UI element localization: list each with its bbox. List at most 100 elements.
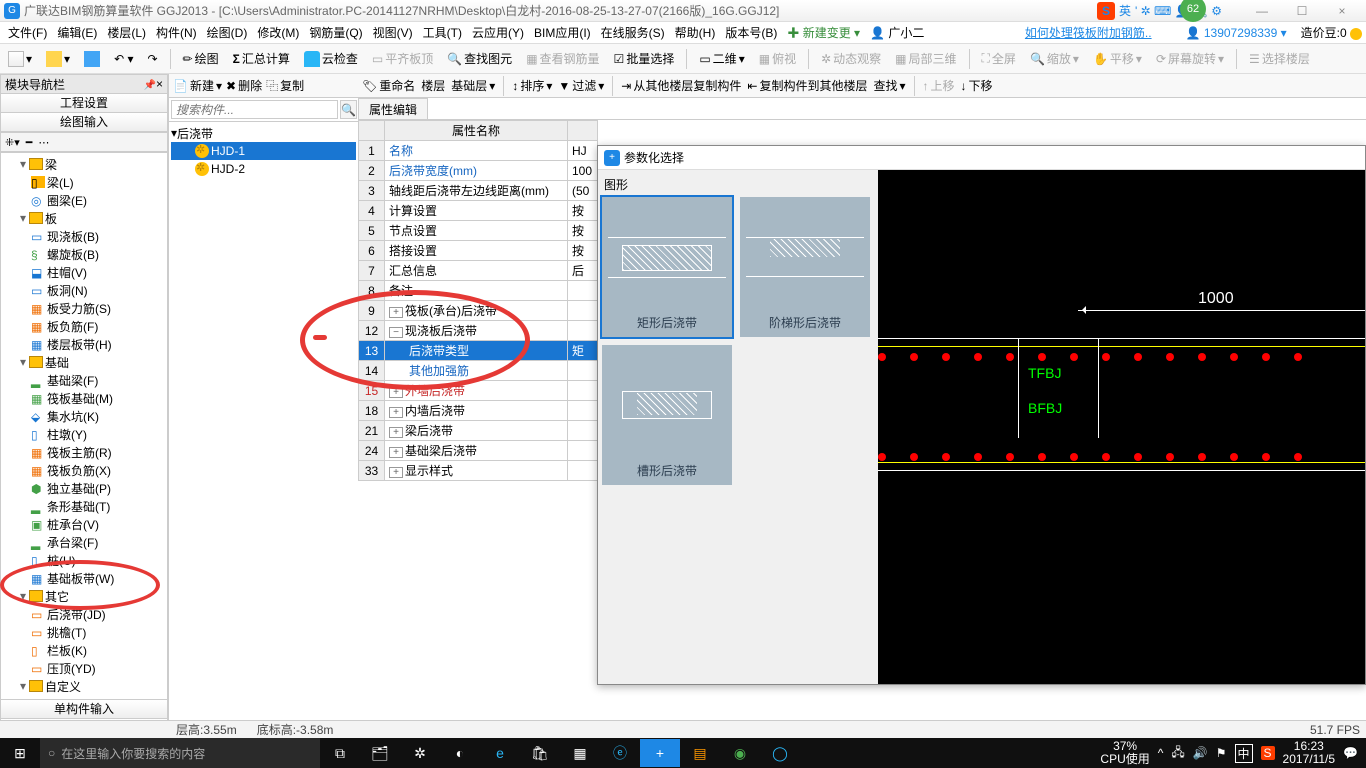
pin-icon[interactable] (144, 77, 156, 91)
menu-version[interactable]: 版本号(B) (721, 22, 781, 43)
help-link[interactable]: 如何处理筏板附加钢筋.. (1025, 24, 1152, 41)
explorer-icon[interactable]: 🗂 (360, 745, 400, 762)
app7-icon[interactable]: ◯ (760, 745, 800, 762)
menu-tools[interactable]: 工具(T) (419, 22, 466, 43)
nav-project-settings[interactable]: 工程设置 (0, 93, 168, 113)
phone-label[interactable]: 👤 13907298339 ▾ (1186, 26, 1287, 40)
base-floor-combo[interactable]: 基础层 ▾ (451, 77, 495, 94)
option-step[interactable]: 阶梯形后浇带 (740, 197, 870, 337)
tray-vol-icon[interactable]: 🔊 (1193, 746, 1208, 760)
tray-up-icon[interactable]: ^ (1158, 746, 1164, 760)
task-view-icon[interactable]: ⧉ (320, 745, 360, 762)
sort-button[interactable]: ↕排序▾ (512, 77, 552, 94)
edge-icon[interactable]: e (480, 745, 520, 761)
select-layer-button[interactable]: ☰ 选择楼层 (1245, 48, 1314, 69)
undo-button[interactable]: ↶ ▾ (110, 50, 137, 68)
rename-button[interactable]: 🏷重命名 (362, 77, 415, 94)
tray-sogou-icon[interactable]: S (1261, 746, 1275, 760)
menu-floor[interactable]: 楼层(L) (103, 22, 150, 43)
maximize-button[interactable]: ☐ (1282, 4, 1322, 18)
topview-button[interactable]: ▦ 俯视 (755, 48, 800, 69)
app4-icon[interactable]: + (640, 739, 680, 767)
mid-delete-button[interactable]: ✖删除 (226, 77, 262, 94)
close-button[interactable]: × (1322, 4, 1362, 18)
option-rect[interactable]: 矩形后浇带 (602, 197, 732, 337)
component-search-input[interactable] (171, 100, 338, 119)
menu-cloud[interactable]: 云应用(Y) (468, 22, 528, 43)
dynview-button[interactable]: ✲ 动态观察 (817, 48, 885, 69)
cpu-meter[interactable]: 37%CPU使用 (1100, 740, 1149, 766)
new-change-button[interactable]: ✚ 新建变更 ▾ (783, 22, 864, 43)
tray-notif-icon[interactable]: 💬 (1343, 746, 1358, 760)
pan-button[interactable]: ✋ 平移 ▾ (1089, 48, 1146, 69)
draw-button[interactable]: 绘图 (179, 48, 223, 69)
sumcalc-button[interactable]: 汇总计算 (229, 48, 294, 69)
batch-select-button[interactable]: ☑ 批量选择 (610, 48, 679, 69)
nav-header: 模块导航栏 (0, 74, 168, 94)
redo-button[interactable]: ↷ (143, 50, 161, 68)
app2-icon[interactable]: ◐ (440, 745, 480, 761)
mid-new-button[interactable]: 📄新建▾ (173, 77, 222, 94)
open-button[interactable]: ▾ (42, 49, 74, 69)
new-button[interactable]: ▾ (4, 49, 36, 69)
app1-icon[interactable]: ✲ (400, 745, 440, 762)
category-tree[interactable]: ▾梁 ▯梁(L) ◎圈梁(E) ▾板 ▭现浇板(B) §螺旋板(B) ⬓柱帽(V… (0, 152, 168, 700)
store-icon[interactable]: 🛍 (520, 745, 560, 762)
cloudcheck-button[interactable]: 云检查 (300, 48, 362, 69)
tray-clock[interactable]: 16:232017/11/5 (1283, 740, 1336, 766)
minimize-button[interactable]: — (1242, 4, 1282, 18)
option-slot[interactable]: 槽形后浇带 (602, 345, 732, 485)
floor-combo[interactable]: 楼层 (421, 77, 445, 94)
menu-bim[interactable]: BIM应用(I) (530, 22, 595, 43)
search-button[interactable]: 🔍 (340, 100, 357, 119)
rotate-button[interactable]: ⟳ 屏幕旋转 ▾ (1152, 48, 1228, 69)
annotation-dash (313, 335, 327, 340)
view-mode-combo[interactable]: ▭ 二维 ▾ (695, 48, 748, 69)
nav-draw-input[interactable]: 绘图输入 (0, 112, 168, 132)
app6-icon[interactable]: ◉ (720, 745, 760, 762)
navtab-2[interactable]: ━ (26, 136, 33, 149)
property-tab[interactable]: 属性编辑 (358, 98, 428, 119)
zoom-button[interactable]: 🔍 缩放 ▾ (1026, 48, 1083, 69)
start-button[interactable]: ⊞ (0, 745, 40, 762)
navtab-1[interactable]: ⁜▾ (5, 136, 20, 149)
menu-rebar[interactable]: 钢筋量(Q) (305, 22, 366, 43)
taskbar-search[interactable]: ○ 在这里输入你要搜索的内容 (40, 738, 320, 768)
preview-viewport[interactable]: 1000 TFBJ BFBJ (878, 170, 1365, 684)
app3-icon[interactable]: ▦ (560, 745, 600, 762)
flat-button[interactable]: ▭ 平齐板顶 (368, 48, 437, 69)
menu-modify[interactable]: 修改(M) (253, 22, 303, 43)
user-label[interactable]: 👤 广小二 (866, 22, 928, 43)
tray-flag-icon[interactable]: ⚑ (1216, 746, 1227, 760)
menu-online[interactable]: 在线服务(S) (597, 22, 669, 43)
menu-help[interactable]: 帮助(H) (671, 22, 720, 43)
menu-component[interactable]: 构件(N) (152, 22, 201, 43)
copy-from-button[interactable]: ⇥从其他楼层复制构件 (621, 77, 741, 94)
filter-button[interactable]: ▼过滤▾ (558, 77, 604, 94)
graph-label: 图形 (602, 174, 874, 197)
mid-copy-button[interactable]: ⿻复制 (266, 77, 304, 94)
menu-edit[interactable]: 编辑(E) (53, 22, 101, 43)
tray-net-icon[interactable]: 🖧 (1171, 743, 1184, 764)
copy-to-button[interactable]: ⇤复制构件到其他楼层 (747, 77, 867, 94)
tray-ime[interactable]: 中 (1235, 744, 1253, 763)
menu-file[interactable]: 文件(F) (4, 22, 51, 43)
find-shape-button[interactable]: 🔍 查找图元 (443, 48, 516, 69)
app5-icon[interactable]: ▤ (680, 745, 720, 762)
close-nav-icon[interactable] (156, 77, 163, 91)
component-tree[interactable]: ▾后浇带 HJD-1 HJD-2 (169, 122, 358, 738)
menu-view[interactable]: 视图(V) (369, 22, 417, 43)
navtab-3[interactable]: ⋯ (38, 136, 49, 149)
move-up-button[interactable]: ↑上移 (923, 77, 955, 94)
save-button[interactable] (80, 49, 104, 69)
ie-icon[interactable]: ⓔ (600, 743, 640, 763)
local3d-button[interactable]: ▦ 局部三维 (891, 48, 960, 69)
main-toolbar: ▾ ▾ ↶ ▾ ↷ 绘图 汇总计算 云检查 ▭ 平齐板顶 🔍 查找图元 ▦ 查看… (0, 44, 1366, 74)
menu-draw[interactable]: 绘图(D) (203, 22, 252, 43)
window-title: 广联达BIM钢筋算量软件 GGJ2013 - [C:\Users\Adminis… (24, 2, 779, 19)
find-button[interactable]: 查找▾ (873, 77, 905, 94)
move-down-button[interactable]: ↓下移 (961, 77, 993, 94)
fullscreen-button[interactable]: ⛶ 全屏 (978, 48, 1020, 69)
nav-single-input[interactable]: 单构件输入 (0, 699, 168, 719)
view-steel-button[interactable]: ▦ 查看钢筋量 (522, 48, 603, 69)
